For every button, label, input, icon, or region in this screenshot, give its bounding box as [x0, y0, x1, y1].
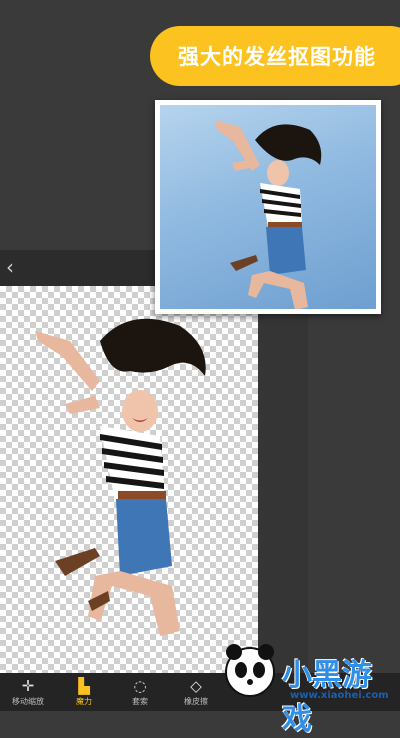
feature-banner: 强大的发丝抠图功能	[150, 26, 400, 86]
site-watermark: 小黑游戏 www.xiaohei.com	[220, 640, 400, 737]
eraser-icon: ◇	[190, 676, 202, 695]
cutout-canvas[interactable]	[0, 286, 258, 673]
tool-label: 魔力	[76, 696, 92, 706]
original-photo	[160, 105, 376, 309]
move-icon: ✛	[21, 676, 35, 695]
panda-logo-icon	[225, 644, 275, 697]
original-photo-girl	[215, 120, 322, 309]
banner-text: 强大的发丝抠图功能	[178, 45, 376, 69]
tool-eraser[interactable]: ◇ 橡皮擦	[168, 673, 224, 711]
tool-label: 橡皮擦	[184, 696, 208, 706]
tool-lasso[interactable]: ◌ 套索	[112, 673, 168, 711]
tool-label: 移动缩放	[12, 696, 44, 706]
girl-cutout-image	[35, 318, 206, 636]
magic-icon: ▙	[78, 676, 90, 695]
side-panel	[258, 286, 308, 673]
lasso-icon: ◌	[133, 676, 147, 695]
tool-label: 套索	[132, 696, 148, 706]
original-photo-frame	[155, 100, 381, 314]
chevron-left-icon[interactable]: ‹	[6, 256, 26, 278]
tool-move-zoom[interactable]: ✛ 移动缩放	[0, 673, 56, 711]
tool-magic[interactable]: ▙ 魔力	[56, 673, 112, 711]
watermark-url: www.xiaohei.com	[290, 690, 389, 701]
